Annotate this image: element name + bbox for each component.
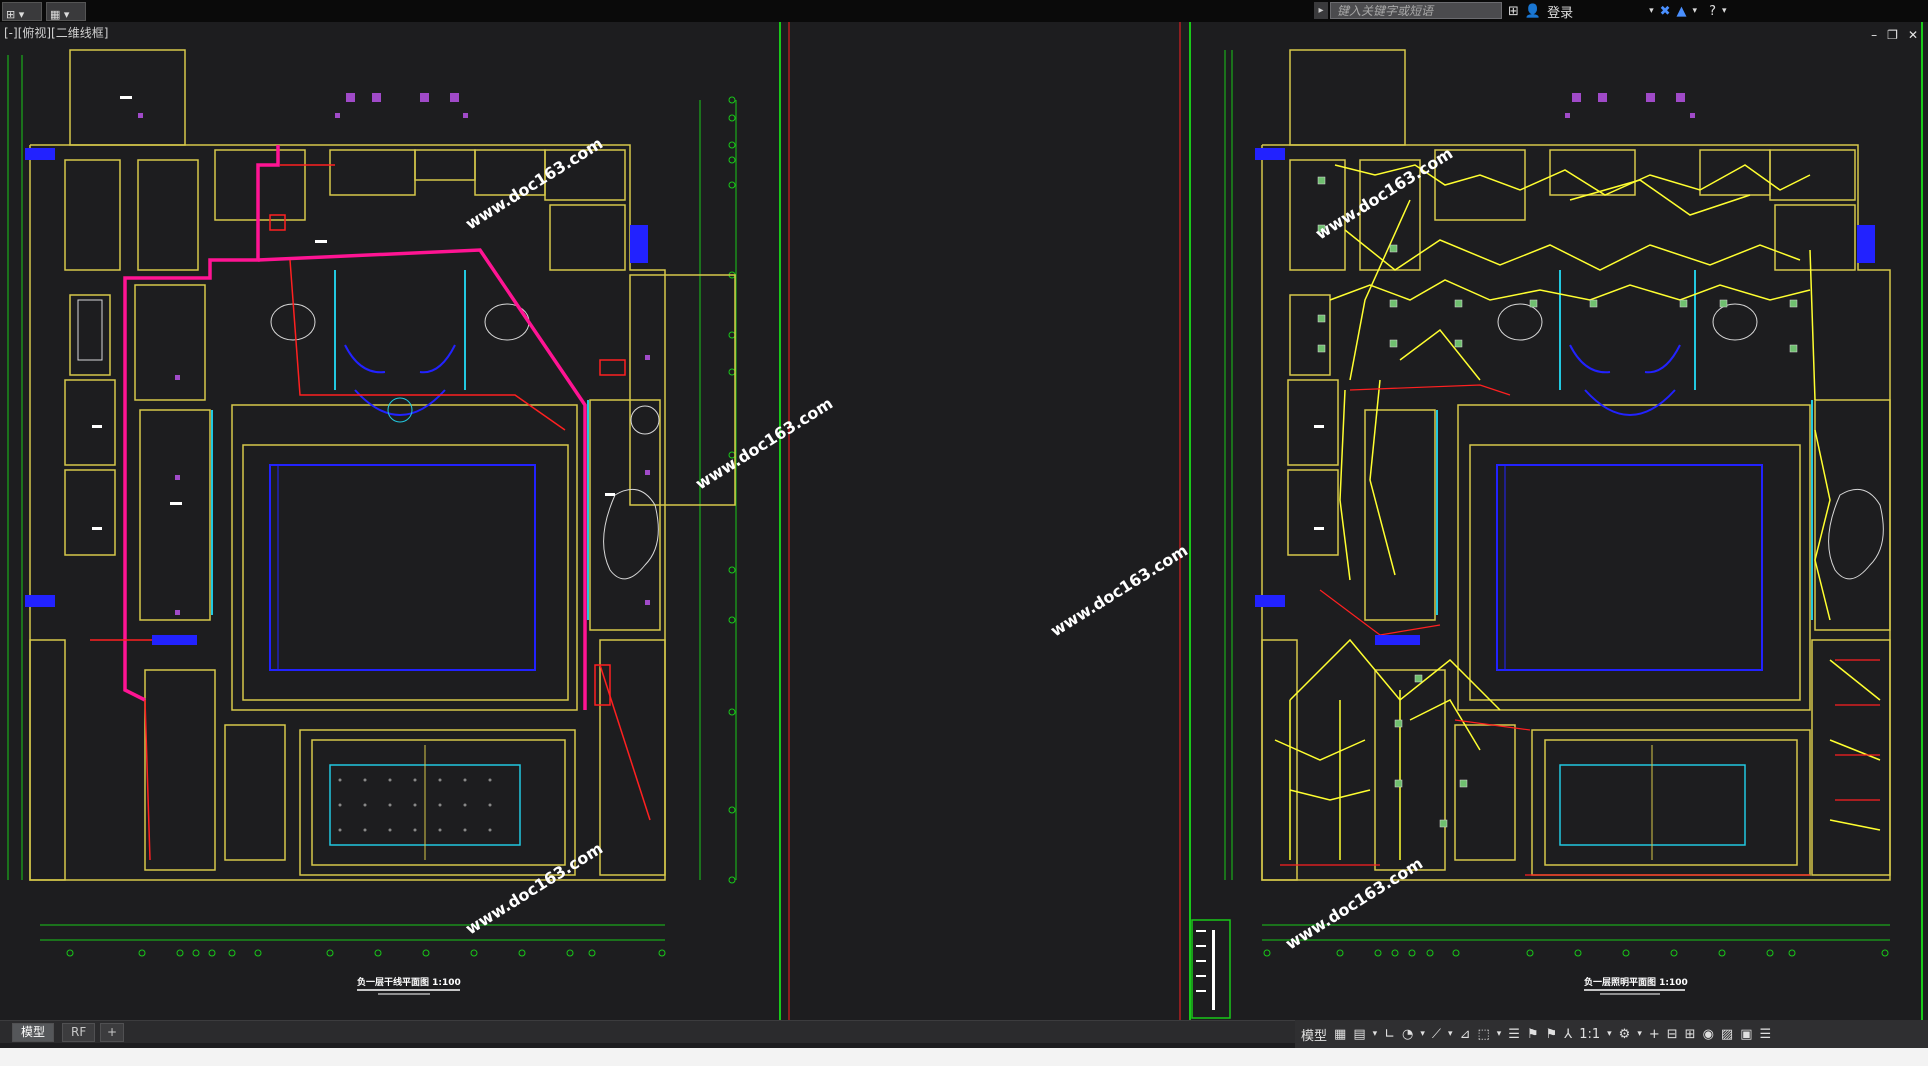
annotation-visibility-icon[interactable]: ⚑ bbox=[1527, 1027, 1539, 1042]
chevron-down-icon[interactable]: ▾ bbox=[1649, 6, 1654, 16]
app-icon: ⊞ ▾ bbox=[6, 8, 25, 21]
chevron-down-icon[interactable]: ▾ bbox=[1637, 1029, 1642, 1039]
customize-icon[interactable]: ☰ bbox=[1760, 1027, 1772, 1042]
search-expand-button[interactable]: ▸ bbox=[1314, 2, 1328, 19]
annotation-scale-icon[interactable]: ⅄ bbox=[1564, 1027, 1572, 1042]
login-button[interactable]: 登录 bbox=[1547, 2, 1573, 21]
user-icon[interactable]: 👤 bbox=[1525, 4, 1541, 19]
annotation-scale-value[interactable]: 1:1 bbox=[1579, 1027, 1600, 1042]
chevron-down-icon[interactable]: ▾ bbox=[1607, 1029, 1612, 1039]
tab-rf[interactable]: RF bbox=[62, 1023, 96, 1042]
help-icon[interactable]: ? bbox=[1709, 4, 1716, 19]
watermark-text: www.doc163.com bbox=[692, 394, 836, 494]
hardware-acceleration-icon[interactable]: ▨ bbox=[1721, 1027, 1733, 1042]
watermark-text: www.doc163.com bbox=[462, 839, 606, 939]
quick-access-toolbar: ⊞ ▾ ▦ ▾ ▸ 键入关键字或短语 ⊞ 👤 登录 ▾ ✖ ▲ ▾ ? ▾ bbox=[0, 0, 1928, 22]
plus-icon[interactable]: + bbox=[1649, 1027, 1660, 1042]
gear-icon[interactable]: ⚙ bbox=[1619, 1027, 1631, 1042]
lineweight-icon[interactable]: ☰ bbox=[1508, 1027, 1520, 1042]
watermark-text: www.doc163.com bbox=[462, 134, 606, 234]
command-line-strip bbox=[0, 1048, 1928, 1066]
grid-icon[interactable]: ▦ bbox=[1334, 1027, 1346, 1042]
title-block bbox=[1191, 919, 1231, 1019]
isolate-objects-icon[interactable]: ◉ bbox=[1703, 1027, 1714, 1042]
workspace-icon: ▦ ▾ bbox=[50, 8, 70, 21]
chevron-down-icon[interactable]: ▾ bbox=[1497, 1029, 1502, 1039]
workspace-button[interactable]: ▦ ▾ bbox=[46, 2, 86, 21]
cad-drawing-canvas[interactable]: 负一层干线平面图 1:100 负一层照明平面图 1:100 www.doc163… bbox=[0, 22, 1928, 1020]
exchange-icon[interactable]: ✖ bbox=[1660, 4, 1671, 19]
isodraft-icon[interactable]: ⬚ bbox=[1477, 1027, 1489, 1042]
polar-tracking-icon[interactable]: ◔ bbox=[1402, 1027, 1413, 1042]
autodesk-a360-icon[interactable]: ▲ bbox=[1677, 4, 1687, 19]
object-snap-icon[interactable]: ⊿ bbox=[1460, 1027, 1471, 1042]
application-menu-button[interactable]: ⊞ ▾ bbox=[2, 2, 42, 21]
watermark-group: www.doc163.com www.doc163.com www.doc163… bbox=[462, 134, 1456, 954]
left-drawing-title: 负一层干线平面图 1:100 bbox=[357, 976, 461, 988]
chevron-down-icon[interactable]: ▾ bbox=[1448, 1029, 1453, 1039]
object-snap-tracking-icon[interactable]: ⟋ bbox=[1432, 1027, 1441, 1042]
units-icon[interactable]: ⊟ bbox=[1667, 1027, 1678, 1042]
chevron-down-icon[interactable]: ▾ bbox=[1373, 1029, 1378, 1039]
watermark-text: www.doc163.com bbox=[1047, 541, 1191, 641]
add-layout-button[interactable]: + bbox=[100, 1023, 125, 1042]
model-space-button[interactable]: 模型 bbox=[1301, 1025, 1327, 1044]
chevron-down-icon[interactable]: ▾ bbox=[1693, 6, 1698, 16]
infocenter-tools: ⊞ 👤 登录 ▾ ✖ ▲ ▾ ? ▾ bbox=[1508, 0, 1727, 22]
status-bar: 模型 ▦ ▤ ▾ ∟ ◔ ▾ ⟋ ▾ ⊿ ⬚ ▾ ☰ ⚑ ⚑ ⅄ 1:1 ▾ ⚙… bbox=[1295, 1020, 1928, 1048]
snap-icon[interactable]: ▤ bbox=[1353, 1027, 1365, 1042]
auto-scale-icon[interactable]: ⚑ bbox=[1546, 1027, 1558, 1042]
search-input[interactable]: 键入关键字或短语 bbox=[1330, 2, 1502, 19]
left-floor-plan: 负一层干线平面图 1:100 bbox=[7, 49, 737, 995]
watermark-text: www.doc163.com bbox=[1282, 854, 1426, 954]
ortho-icon[interactable]: ∟ bbox=[1384, 1027, 1395, 1042]
right-floor-plan: 负一层照明平面图 1:100 bbox=[1191, 49, 1891, 1019]
chevron-down-icon[interactable]: ▾ bbox=[1420, 1029, 1425, 1039]
binoculars-icon[interactable]: ⊞ bbox=[1508, 4, 1519, 19]
tab-model[interactable]: 模型 bbox=[12, 1023, 55, 1042]
quick-properties-icon[interactable]: ⊞ bbox=[1685, 1027, 1696, 1042]
right-drawing-title: 负一层照明平面图 1:100 bbox=[1584, 976, 1688, 988]
chevron-down-icon[interactable]: ▾ bbox=[1722, 6, 1727, 16]
clean-screen-icon[interactable]: ▣ bbox=[1740, 1027, 1752, 1042]
